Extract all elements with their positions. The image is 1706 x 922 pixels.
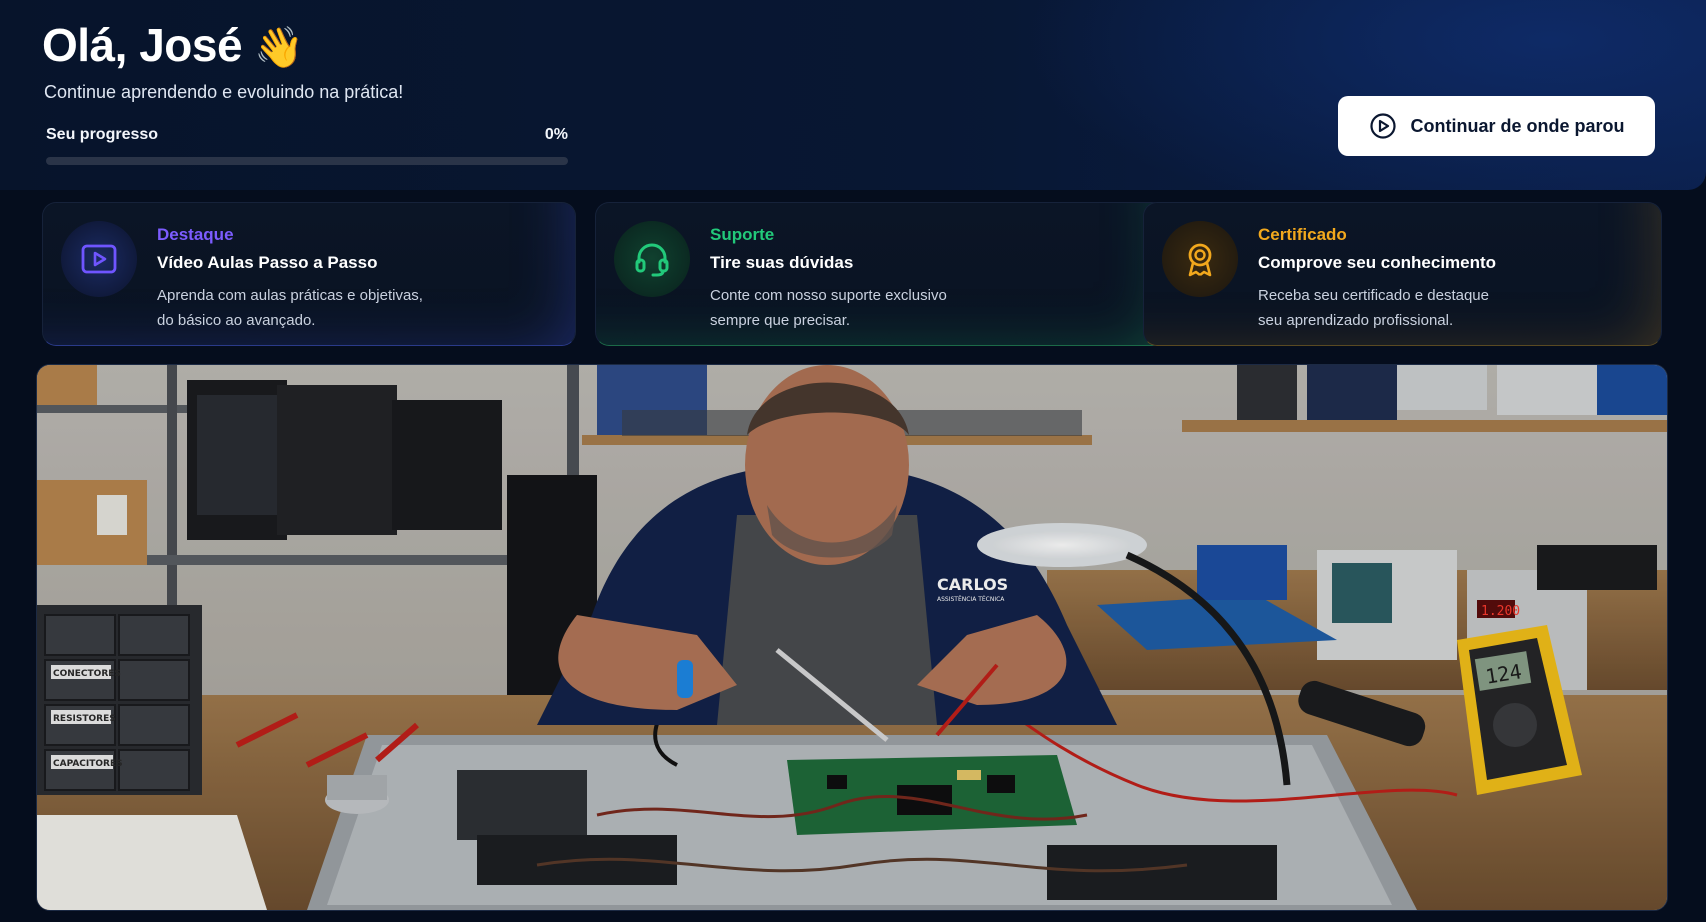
feature-eyebrow: Destaque [157, 225, 234, 244]
video-play-icon [61, 221, 137, 297]
progress-label: Seu progresso [46, 126, 159, 143]
feature-eyebrow: Suporte [710, 225, 775, 244]
feature-description: Aprenda com aulas práticas e objetivas, … [157, 283, 467, 333]
feature-card-video: Destaque Vídeo Aulas Passo a Passo Apren… [42, 202, 576, 346]
greeting-text: Olá, José [42, 19, 243, 71]
headset-icon [614, 221, 690, 297]
feature-card-certificate: Certificado Comprove seu conhecimento Re… [1143, 202, 1662, 346]
page-title: Olá, José 👋 [42, 18, 304, 72]
feature-eyebrow: Certificado [1258, 225, 1347, 244]
feature-title: Tire suas dúvidas [710, 253, 854, 272]
progress-bar [46, 157, 568, 165]
hero-header: Olá, José 👋 Continue aprendendo e evolui… [0, 0, 1706, 190]
feature-description-line: Aprenda com aulas práticas e objetivas, [157, 287, 423, 304]
feature-description-line: sempre que precisar. [710, 312, 851, 329]
waving-hand-emoji: 👋 [254, 26, 304, 70]
page-subtitle: Continue aprendendo e evoluindo na práti… [44, 82, 404, 102]
feature-cards: Destaque Vídeo Aulas Passo a Passo Apren… [42, 202, 1662, 346]
feature-description-line: Receba seu certificado e destaque [1258, 287, 1489, 304]
continue-button[interactable]: Continuar de onde parou [1338, 96, 1655, 156]
continue-button-label: Continuar de onde parou [1410, 115, 1625, 136]
feature-title: Vídeo Aulas Passo a Passo [157, 253, 378, 272]
progress-value: 0% [544, 126, 568, 143]
feature-description: Conte com nosso suporte exclusivo sempre… [710, 283, 1020, 333]
feature-description-line: Conte com nosso suporte exclusivo [710, 287, 947, 304]
award-icon [1162, 221, 1238, 297]
hero-banner-image: 1.200 CONECTORES RESISTORES CAPACITORES [36, 364, 1668, 911]
play-circle-icon [1369, 112, 1397, 140]
feature-description: Receba seu certificado e destaque seu ap… [1258, 283, 1568, 333]
feature-card-support: Suporte Tire suas dúvidas Conte com noss… [595, 202, 1166, 346]
feature-description-line: seu aprendizado profissional. [1258, 312, 1454, 329]
feature-title: Comprove seu conhecimento [1258, 253, 1497, 272]
feature-description-line: do básico ao avançado. [157, 312, 316, 329]
